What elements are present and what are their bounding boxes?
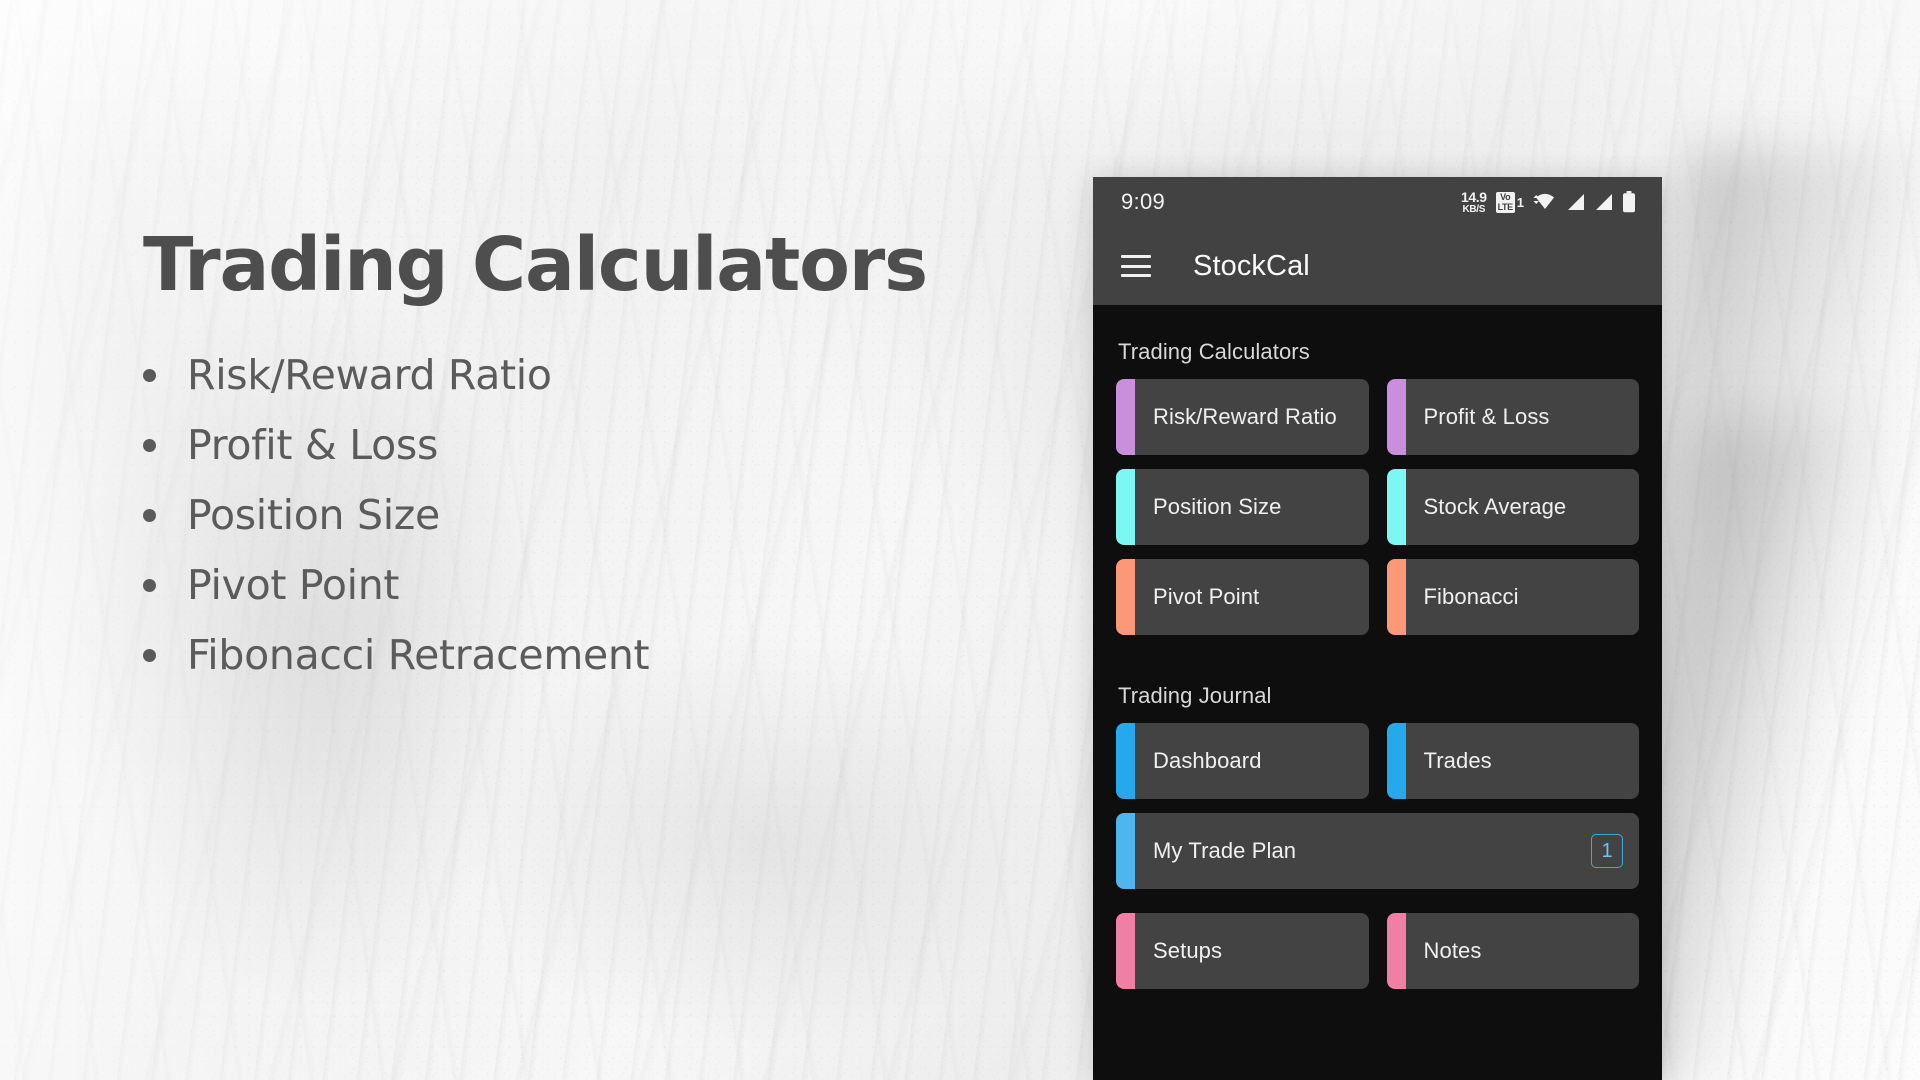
card-trades[interactable]: Trades: [1386, 723, 1639, 799]
card-accent-bar: [1386, 723, 1406, 799]
card-my-trade-plan[interactable]: My Trade Plan 1: [1116, 813, 1639, 889]
card-label: Setups: [1153, 938, 1223, 963]
card-setups[interactable]: Setups: [1116, 913, 1369, 989]
feature-label: Fibonacci Retracement: [187, 631, 650, 680]
feature-label: Pivot Point: [187, 561, 400, 610]
network-speed-indicator: 14.9 KB/S: [1461, 190, 1487, 215]
card-dashboard[interactable]: Dashboard: [1116, 723, 1369, 799]
card-label: Dashboard: [1153, 748, 1262, 773]
list-item: Risk/Reward Ratio: [143, 351, 903, 399]
list-item: Fibonacci Retracement: [143, 634, 903, 677]
app-content: Trading Calculators Risk/Reward Ratio Pr…: [1093, 305, 1662, 1080]
row-spacer: [1116, 903, 1639, 913]
card-accent-bar: [1386, 559, 1406, 635]
card-label: Trades: [1423, 748, 1492, 773]
card-accent-bar: [1116, 813, 1135, 889]
card-accent-bar: [1116, 913, 1135, 989]
card-accent-bar: [1386, 379, 1406, 455]
feature-list: Risk/Reward Ratio Profit & Loss Position…: [143, 351, 903, 677]
status-icons: 14.9 KB/S Vo LTE 1: [1461, 190, 1636, 215]
status-badge: 1: [1591, 834, 1623, 868]
card-notes[interactable]: Notes: [1386, 913, 1639, 989]
signal-icon-2: [1596, 194, 1612, 210]
volte-icon: Vo LTE: [1495, 191, 1515, 213]
status-bar: 9:09 14.9 KB/S Vo LTE 1: [1093, 177, 1662, 227]
card-label: My Trade Plan: [1153, 838, 1297, 863]
card-label: Pivot Point: [1153, 584, 1260, 609]
card-stock-average[interactable]: Stock Average: [1386, 469, 1639, 545]
card-row: Risk/Reward Ratio Profit & Loss: [1116, 379, 1639, 455]
bullet-icon: [143, 369, 156, 382]
hamburger-menu-icon[interactable]: [1121, 255, 1151, 277]
app-bar: StockCal: [1093, 227, 1662, 305]
bullet-icon: [143, 649, 156, 663]
feature-label: Position Size: [187, 491, 440, 540]
section-header-calculators: Trading Calculators: [1118, 339, 1310, 364]
sim-slot-number: 1: [1516, 194, 1524, 210]
feature-label: Risk/Reward Ratio: [187, 351, 552, 399]
signal-icon-1: [1568, 194, 1584, 210]
wifi-icon: [1533, 193, 1554, 209]
hamburger-bar: [1121, 274, 1151, 277]
card-row: My Trade Plan 1: [1116, 813, 1639, 889]
section-header-journal: Trading Journal: [1118, 683, 1272, 708]
hero-panel: Trading Calculators Risk/Reward Ratio Pr…: [143, 222, 928, 704]
bullet-icon: [143, 509, 156, 523]
page-title: Trading Calculators: [143, 222, 928, 308]
list-item: Pivot Point: [143, 564, 903, 607]
screenshot-stage: Trading Calculators Risk/Reward Ratio Pr…: [0, 0, 1920, 1080]
card-row: Position Size Stock Average: [1116, 469, 1639, 545]
list-item: Position Size: [143, 494, 903, 537]
status-clock: 9:09: [1121, 189, 1166, 214]
hamburger-bar: [1121, 264, 1151, 268]
card-accent-bar: [1116, 469, 1135, 545]
card-row: Setups Notes: [1116, 913, 1639, 989]
card-label: Profit & Loss: [1423, 404, 1550, 429]
hamburger-bar: [1121, 255, 1151, 258]
feature-label: Profit & Loss: [187, 421, 439, 470]
list-item: Profit & Loss: [143, 421, 903, 470]
card-accent-bar: [1116, 723, 1135, 799]
card-accent-bar: [1116, 379, 1135, 455]
network-speed-unit: KB/S: [1462, 203, 1486, 215]
bullet-icon: [143, 579, 156, 593]
card-label: Position Size: [1153, 494, 1282, 519]
battery-icon: [1623, 191, 1635, 213]
card-label: Notes: [1423, 938, 1482, 963]
card-accent-bar: [1116, 559, 1135, 635]
card-risk-reward-ratio[interactable]: Risk/Reward Ratio: [1116, 379, 1369, 455]
phone-mockup: 9:09 14.9 KB/S Vo LTE 1 StockCal Trading…: [1093, 177, 1662, 1080]
app-title: StockCal: [1193, 249, 1310, 282]
card-row: Dashboard Trades: [1116, 723, 1639, 799]
volte-top-label: Vo: [1500, 191, 1511, 202]
network-speed-value: 14.9: [1460, 188, 1487, 205]
card-label: Risk/Reward Ratio: [1153, 404, 1337, 429]
card-accent-bar: [1386, 469, 1406, 545]
volte-bottom-label: LTE: [1497, 201, 1514, 212]
card-label: Fibonacci: [1423, 584, 1519, 609]
card-label: Stock Average: [1423, 494, 1567, 519]
bullet-icon: [143, 439, 156, 453]
card-fibonacci[interactable]: Fibonacci: [1386, 559, 1639, 635]
card-row: Pivot Point Fibonacci: [1116, 559, 1639, 635]
card-pivot-point[interactable]: Pivot Point: [1116, 559, 1369, 635]
card-accent-bar: [1386, 913, 1406, 989]
volte-indicator: Vo LTE 1: [1495, 191, 1524, 213]
card-profit-loss[interactable]: Profit & Loss: [1386, 379, 1639, 455]
card-position-size[interactable]: Position Size: [1116, 469, 1369, 545]
